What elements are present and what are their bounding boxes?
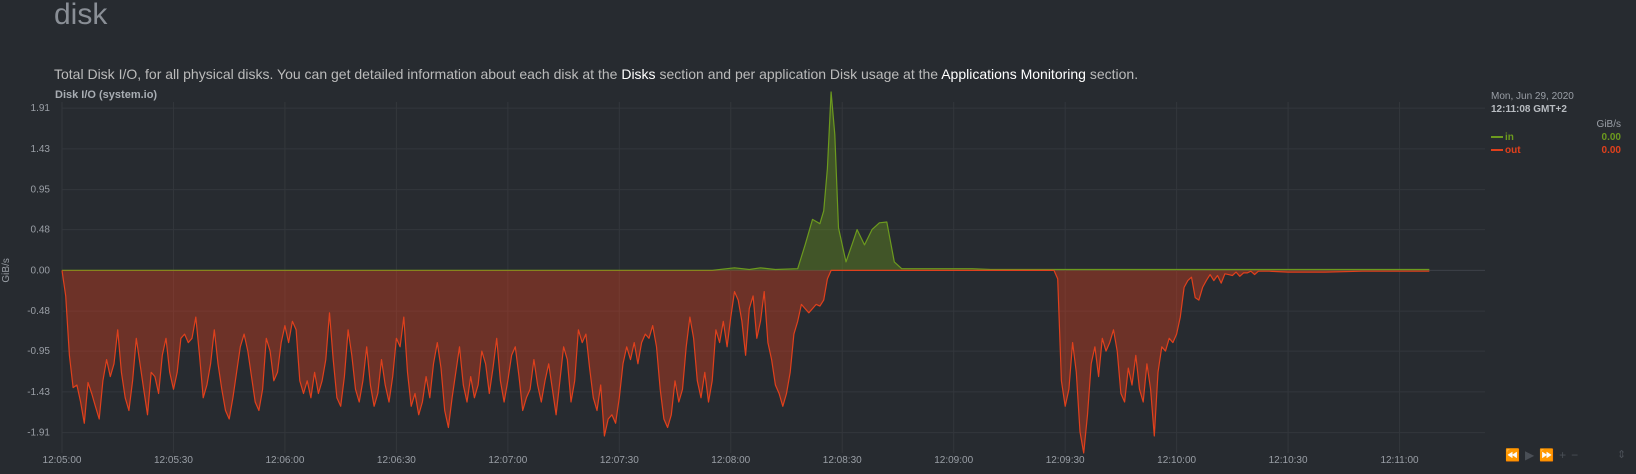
x-tick-label: 12:06:00 [265,455,304,466]
legend-label-in: in [1505,132,1514,143]
legend-swatch-in [1491,136,1503,139]
fast-forward-icon[interactable]: ⏩ [1539,448,1556,462]
legend-row-in[interactable]: in 0.00 [1491,131,1621,144]
x-axis: 12:05:00 12:05:30 12:06:00 12:06:30 12:07:00… [43,455,1420,466]
x-tick-label: 12:11:00 [1380,455,1419,466]
y-tick-label: 0.00 [31,265,51,276]
x-tick-label: 12:06:30 [377,455,416,466]
legend-date: Mon, Jun 29, 2020 [1491,91,1574,102]
legend-series-out[interactable]: out [1491,144,1521,157]
x-tick-label: 12:08:00 [711,455,750,466]
y-tick-label: -0.48 [27,306,50,317]
rewind-icon[interactable]: ⏪ [1505,448,1522,462]
play-icon[interactable]: ▶ [1525,448,1536,462]
zoom-out-icon[interactable]: − [1571,448,1580,462]
y-tick-label: -0.95 [27,346,50,357]
x-tick-label: 12:10:00 [1157,455,1196,466]
chart-legend: Mon, Jun 29, 2020 12:11:08 GMT+2 GiB/s i… [1491,90,1621,157]
y-axis-label: GiB/s [1,258,12,282]
legend-units: GiB/s [1596,119,1621,130]
legend-label-out: out [1505,145,1521,156]
x-tick-label: 12:05:00 [43,455,82,466]
y-tick-label: -1.43 [27,387,50,398]
legend-time: 12:11:08 GMT+2 [1491,104,1567,115]
y-tick-label: 1.91 [31,103,51,114]
legend-series-in[interactable]: in [1491,131,1514,144]
x-tick-label: 12:09:00 [934,455,973,466]
x-tick-label: 12:09:30 [1046,455,1085,466]
y-tick-label: 0.48 [31,225,51,236]
x-tick-label: 12:07:00 [488,455,527,466]
y-tick-label: 0.95 [31,185,51,196]
series-in-line [62,91,1430,271]
resize-handle-icon[interactable]: ⇕ [1617,448,1626,461]
series-out-area [62,270,1430,453]
x-tick-label: 12:08:30 [823,455,862,466]
y-tick-label: -1.91 [27,428,50,439]
chart-toolbar: ⏪ ▶ ⏩ + − [1505,448,1583,462]
legend-row-out[interactable]: out 0.00 [1491,144,1621,157]
y-tick-label: 1.43 [31,144,51,155]
chart-series [61,91,1430,454]
zoom-in-icon[interactable]: + [1559,448,1568,462]
y-axis: 1.91 1.43 0.95 0.48 0.00 -0.48 -0.95 -1.43 -1.91 [27,103,50,438]
series-in-area [62,92,1430,271]
x-tick-label: 12:10:30 [1269,455,1308,466]
legend-swatch-out [1491,149,1503,152]
x-tick-label: 12:05:30 [154,455,193,466]
disk-io-chart[interactable]: 1.91 1.43 0.95 0.48 0.00 -0.48 -0.95 -1.43 -1.91… [0,0,1636,474]
legend-value-out: 0.00 [1601,145,1621,156]
x-tick-label: 12:07:30 [600,455,639,466]
legend-value-in: 0.00 [1601,132,1621,143]
